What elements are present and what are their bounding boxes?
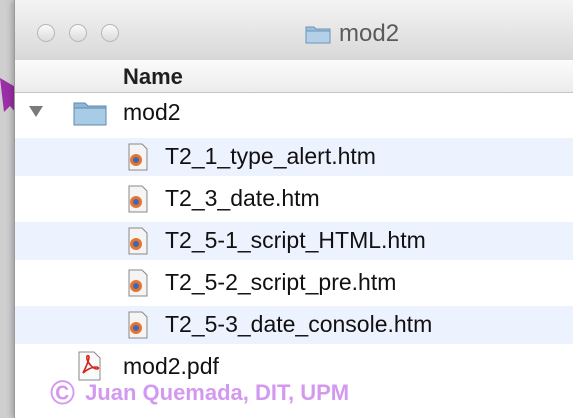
html-file-icon — [128, 143, 148, 171]
title-bar[interactable]: mod2 — [15, 0, 573, 61]
watermark-text: Juan Quemada, DIT, UPM — [85, 380, 350, 405]
minimize-button[interactable] — [69, 24, 87, 42]
folder-row[interactable]: mod2 — [15, 94, 573, 132]
zoom-button[interactable] — [101, 24, 119, 42]
list-item[interactable]: T2_5-1_script_HTML.htm — [15, 222, 573, 260]
html-file-icon — [128, 185, 148, 213]
file-label: T2_1_type_alert.htm — [165, 143, 376, 169]
list-item[interactable]: T2_1_type_alert.htm — [15, 138, 573, 176]
file-label: T2_3_date.htm — [165, 185, 320, 211]
folder-label: mod2 — [123, 99, 181, 125]
list-item[interactable]: T2_3_date.htm — [15, 180, 573, 218]
file-label: T2_5-1_script_HTML.htm — [165, 227, 426, 253]
html-file-icon — [128, 311, 148, 339]
copyright-symbol: © — [50, 374, 76, 412]
column-header[interactable]: Name — [15, 60, 573, 93]
folder-icon — [305, 26, 331, 44]
list-item[interactable]: T2_5-3_date_console.htm — [15, 306, 573, 344]
close-button[interactable] — [37, 24, 55, 42]
window-title: mod2 — [305, 20, 399, 48]
file-label: T2_5-3_date_console.htm — [165, 311, 433, 337]
list-item[interactable]: T2_5-2_script_pre.htm — [15, 264, 573, 302]
file-label: T2_5-2_script_pre.htm — [165, 269, 397, 295]
html-file-icon — [128, 227, 148, 255]
name-column-header[interactable]: Name — [123, 64, 183, 90]
html-file-icon — [128, 269, 148, 297]
folder-icon — [73, 102, 107, 126]
finder-window: mod2 Name mod2 T2_1_type_alert.htm T2_3_… — [14, 0, 573, 418]
disclosure-triangle-icon[interactable] — [29, 106, 43, 117]
copyright-watermark: © Juan Quemada, DIT, UPM — [50, 376, 349, 410]
window-title-text: mod2 — [339, 20, 400, 47]
